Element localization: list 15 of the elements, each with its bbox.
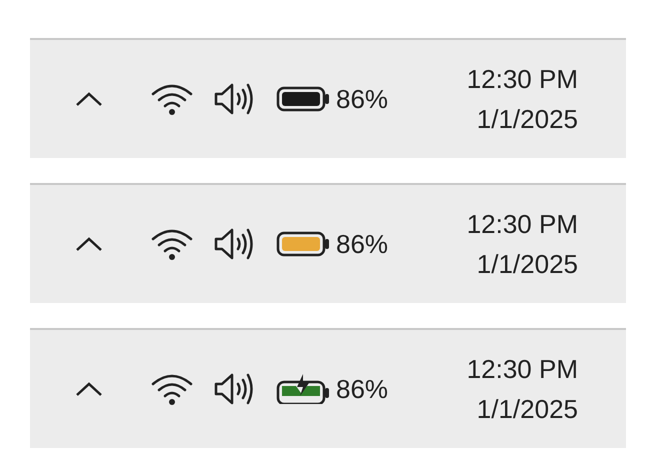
clock-date[interactable]: 1/1/2025 (476, 99, 578, 139)
clock-time[interactable]: 12:30 PM (466, 204, 578, 244)
battery-percent: 86% (336, 228, 388, 260)
wifi-icon[interactable] (150, 227, 194, 261)
wifi-icon[interactable] (150, 82, 194, 116)
battery-percent: 86% (336, 82, 388, 116)
battery-percent: 86% (336, 372, 388, 406)
clock-date[interactable]: 1/1/2025 (476, 244, 578, 284)
chevron-up-icon[interactable] (74, 235, 104, 253)
wifi-icon[interactable] (150, 372, 194, 406)
clock-time[interactable]: 12:30 PM (466, 59, 578, 99)
clock-time[interactable]: 12:30 PM (466, 349, 578, 389)
clock-date[interactable]: 1/1/2025 (476, 389, 578, 429)
chevron-up-icon[interactable] (74, 380, 104, 398)
chevron-up-icon[interactable] (74, 90, 104, 108)
